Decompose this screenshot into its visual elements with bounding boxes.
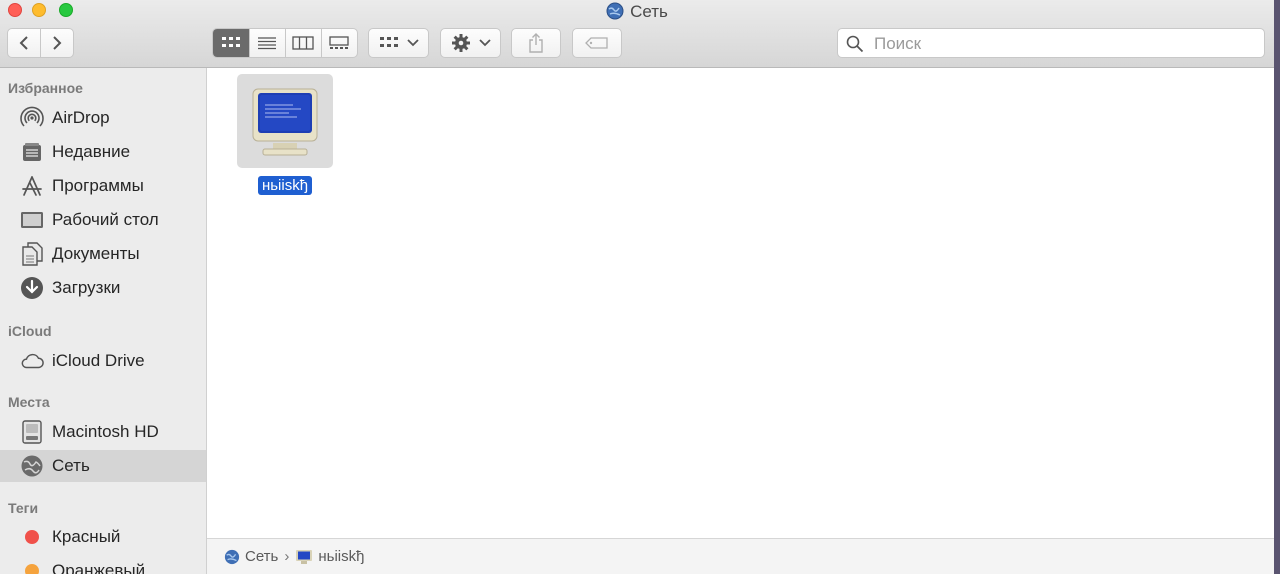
path-segment-label: Сеть xyxy=(245,548,279,565)
tag-icon xyxy=(585,37,608,49)
sidebar: Избранное AirDrop Недавние Программы Раб… xyxy=(0,68,207,574)
gallery-view-button[interactable] xyxy=(320,29,357,57)
path-segment-computer[interactable]: ньiiskђ xyxy=(295,548,364,565)
sidebar-section-favorites: Избранное xyxy=(8,80,83,96)
share-button[interactable] xyxy=(511,28,561,58)
search-field[interactable] xyxy=(837,28,1265,58)
sidebar-item-icloud-drive[interactable]: iCloud Drive xyxy=(0,345,206,377)
tag-color-dot-icon xyxy=(20,559,44,574)
applications-icon xyxy=(20,174,44,198)
gallery-view-icon xyxy=(329,36,350,49)
sidebar-item-macintosh-hd[interactable]: Macintosh HD xyxy=(0,416,206,448)
window-title-text: Сеть xyxy=(630,2,668,21)
path-separator-chevron-icon: › xyxy=(284,548,290,565)
sidebar-item-label: Документы xyxy=(52,244,140,263)
network-globe-icon xyxy=(224,549,240,565)
group-by-menu-button[interactable] xyxy=(368,28,429,58)
toolbar: Сеть xyxy=(0,0,1274,68)
sidebar-item-recents[interactable]: Недавние xyxy=(0,136,206,168)
list-view-button[interactable] xyxy=(248,29,285,57)
sidebar-item-label: Программы xyxy=(52,176,144,195)
column-view-icon xyxy=(292,36,315,50)
sidebar-section-tags: Теги xyxy=(8,500,39,516)
list-view-icon xyxy=(258,37,277,50)
sidebar-item-label: Рабочий стол xyxy=(52,210,159,229)
sidebar-item-label: Сеть xyxy=(52,456,90,475)
chevron-down-icon xyxy=(478,39,491,47)
file-name-label[interactable]: ньiiskђ xyxy=(257,176,313,195)
network-icon xyxy=(20,454,44,478)
icon-view-icon xyxy=(221,37,240,47)
finder-window: Сеть Поиск Избранное AirDrop Недавние Пр… xyxy=(0,0,1274,574)
action-menu-button[interactable] xyxy=(440,28,501,58)
sidebar-item-label: iCloud Drive xyxy=(52,351,145,370)
computer-monitor-icon xyxy=(295,549,313,565)
disk-icon xyxy=(20,420,44,444)
sidebar-item-tag-orange[interactable]: Оранжевый xyxy=(0,555,206,574)
grid-icon xyxy=(379,37,398,47)
sidebar-item-downloads[interactable]: Загрузки xyxy=(0,272,206,304)
sidebar-item-label: Недавние xyxy=(52,142,131,161)
sidebar-item-label: Загрузки xyxy=(52,278,121,297)
downloads-icon xyxy=(20,276,44,300)
chevron-left-icon xyxy=(19,36,28,50)
sidebar-item-label: AirDrop xyxy=(52,108,110,127)
icon-view-button[interactable] xyxy=(213,29,249,57)
sidebar-section-locations: Места xyxy=(8,394,50,410)
documents-icon xyxy=(20,242,44,266)
network-globe-icon xyxy=(606,2,624,26)
path-segment-label: ньiiskђ xyxy=(318,548,365,565)
file-browser-content[interactable]: ньiiskђ xyxy=(207,68,1274,538)
navigation-buttons xyxy=(7,28,74,58)
tag-button[interactable] xyxy=(572,28,622,58)
forward-button[interactable] xyxy=(40,29,73,57)
airdrop-icon xyxy=(20,106,44,130)
sidebar-item-airdrop[interactable]: AirDrop xyxy=(0,102,206,134)
tag-color-dot-icon xyxy=(20,525,44,549)
sidebar-item-documents[interactable]: Документы xyxy=(0,238,206,270)
window-title: Сеть xyxy=(0,1,1274,26)
column-view-button[interactable] xyxy=(284,29,321,57)
sidebar-item-label: Macintosh HD xyxy=(52,422,159,441)
file-thumbnail[interactable] xyxy=(237,74,333,168)
sidebar-item-label: Оранжевый xyxy=(52,561,146,574)
gear-icon xyxy=(451,34,470,52)
path-bar: Сеть › ньiiskђ xyxy=(207,538,1274,574)
recents-icon xyxy=(20,140,44,164)
sidebar-item-applications[interactable]: Программы xyxy=(0,170,206,202)
computer-monitor-icon xyxy=(252,88,318,156)
sidebar-item-desktop[interactable]: Рабочий стол xyxy=(0,204,206,236)
sidebar-section-icloud: iCloud xyxy=(8,323,52,339)
chevron-right-icon xyxy=(53,36,62,50)
path-segment-network[interactable]: Сеть xyxy=(224,548,278,565)
share-icon xyxy=(529,33,543,53)
desktop-icon xyxy=(20,208,44,232)
search-icon xyxy=(846,35,864,53)
view-mode-selector xyxy=(212,28,358,58)
sidebar-item-label: Красный xyxy=(52,527,121,546)
chevron-down-icon xyxy=(406,39,419,47)
back-button[interactable] xyxy=(8,29,40,57)
cloud-icon xyxy=(20,349,44,373)
sidebar-item-network[interactable]: Сеть xyxy=(0,450,206,482)
search-input[interactable] xyxy=(872,33,1256,55)
file-item-computer[interactable]: ньiiskђ xyxy=(237,74,333,195)
sidebar-item-tag-red[interactable]: Красный xyxy=(0,521,206,553)
